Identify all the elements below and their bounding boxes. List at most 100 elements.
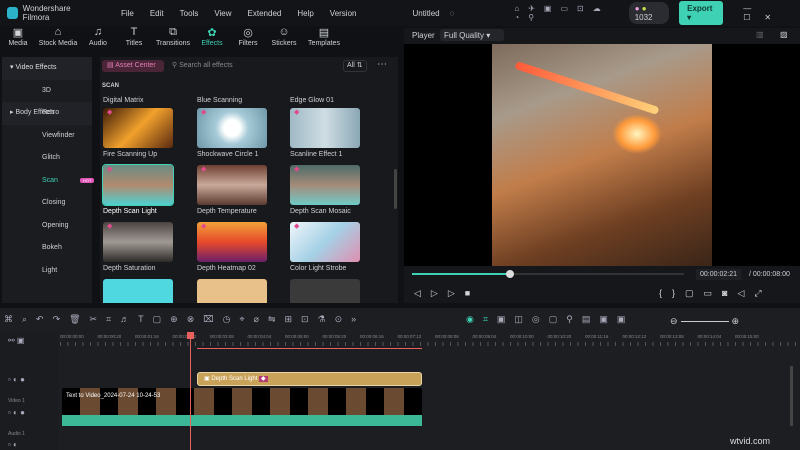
video-track-label: Video 1 — [8, 398, 25, 404]
tab-filters[interactable]: ◎ Filters — [230, 26, 266, 54]
effect-card[interactable]: ◆ — [197, 108, 267, 148]
premium-icon: ◆ — [201, 223, 207, 230]
menu-tools[interactable]: Tools — [180, 9, 199, 18]
window-controls[interactable]: —☐✕ — [743, 4, 800, 22]
video-clip[interactable]: Text to Video_2024-07-24 10-24-53 — [62, 388, 422, 426]
tab-stock-media[interactable]: ⌂ Stock Media — [36, 26, 80, 54]
menu-version[interactable]: Version — [330, 9, 357, 18]
effect-card[interactable]: ◆ — [197, 165, 267, 205]
effect-card[interactable] — [103, 279, 173, 303]
ruler[interactable]: 00:00:00:00 00:00:00:20 00:00:01:16 00:00:0… — [60, 332, 800, 348]
player-right-controls[interactable]: {}▢▭◙◁⤢ — [659, 288, 772, 299]
media-toolbar: ▣ Media ⌂ Stock Media ♫ Audio T Titles ⧉ Transiti… — [0, 26, 400, 54]
timeline-scrollbar[interactable] — [790, 366, 793, 426]
sidebar-item-opening[interactable]: Opening — [22, 215, 92, 238]
premium-icon: ◆ — [294, 166, 300, 173]
zoom-slider[interactable]: ⊖ ⊕ — [670, 316, 750, 327]
ruler-tick-label: 00:00:00:00 — [60, 334, 84, 339]
ruler-tick-label: 00:00:08:08 — [435, 334, 459, 339]
tab-label: Stickers — [271, 40, 297, 47]
effect-card[interactable]: ◆ — [290, 222, 360, 262]
title-bar: Wondershare Filmora File Edit Tools View Ext… — [0, 0, 800, 26]
menu-edit[interactable]: Edit — [150, 9, 164, 18]
stock-media-icon: ⌂ — [54, 26, 62, 38]
project-title: Untitled — [412, 8, 440, 18]
body-effects-header[interactable]: ▸ Body Effects — [2, 102, 92, 125]
sidebar-item-bokeh[interactable]: Bokeh — [22, 237, 92, 260]
progress-track[interactable] — [412, 270, 684, 278]
ruler-tick-label: 00:00:11:16 — [585, 334, 609, 339]
sidebar-item-3d[interactable]: 3D — [22, 80, 92, 103]
more-options-icon[interactable]: ⋯ — [377, 59, 387, 70]
effect-card[interactable]: ◆ — [102, 164, 174, 206]
tab-label: Effects — [201, 40, 223, 47]
premium-icon: ◆ — [107, 223, 113, 230]
tab-titles[interactable]: T Titles — [116, 26, 152, 54]
effect-label: Depth Saturation — [103, 265, 156, 272]
app-title: Wondershare Filmora — [22, 4, 71, 22]
player-tab[interactable]: Player — [412, 31, 435, 40]
tab-label: Stock Media — [38, 40, 78, 47]
progress-knob[interactable] — [505, 270, 514, 278]
credits-badge[interactable]: ● ● 1032 — [628, 2, 670, 24]
effect-card[interactable]: ◆ — [103, 222, 173, 262]
ruler-tick-label: 00:00:07:12 — [397, 334, 422, 339]
link-icon[interactable]: ⚯ ▣ — [8, 336, 24, 345]
preview-frame — [492, 44, 712, 266]
tab-effects[interactable]: ✿ Effects — [194, 26, 230, 54]
timeline-right-toolbar[interactable]: ◉⌗▣◫◎▢⚲▤▣▣ — [466, 314, 634, 325]
timeline-panel: ⌘⌕↶↷🗑✂⌗♬T▢⊕⊗⌧◷⌖⌀⇋⊞⊡⚗⊙» ◉⌗▣◫◎▢⚲▤▣▣ ⊖ ⊕ 00:… — [0, 308, 800, 450]
asset-center-button[interactable]: ▤ Asset Center — [102, 60, 164, 72]
tab-transitions[interactable]: ⧉ Transitions — [152, 26, 194, 54]
effect-label: Depth Scan Mosaic — [290, 208, 351, 215]
playhead[interactable] — [187, 332, 194, 450]
ruler-tick-label: 00:00:04:04 — [247, 334, 272, 339]
sidebar-item-closing[interactable]: Closing — [22, 192, 92, 215]
snapshot-view-icon[interactable]: ▨ — [780, 30, 788, 39]
export-button[interactable]: Export ▾ — [679, 1, 724, 25]
menu-help[interactable]: Help — [297, 9, 313, 18]
grid-scrollbar[interactable] — [394, 169, 397, 209]
search-input[interactable]: ⚲ Search all effects — [172, 60, 332, 72]
effect-clip[interactable]: ▣ Depth Scan Light ◆ — [197, 372, 422, 386]
audio-waveform — [62, 415, 422, 426]
ruler-tick-label: 00:00:05:00 — [285, 334, 309, 339]
video-track-controls[interactable]: ▫ ◐ ● — [8, 408, 25, 417]
timeline-toolbar[interactable]: ⌘⌕↶↷🗑✂⌗♬T▢⊕⊗⌧◷⌖⌀⇋⊞⊡⚗⊙» — [4, 314, 365, 325]
render-bar — [197, 348, 422, 349]
video-effects-header[interactable]: ▾ Video Effects — [2, 57, 92, 80]
menu-extended[interactable]: Extended — [248, 9, 282, 18]
menu-view[interactable]: View — [214, 9, 231, 18]
effect-label: Scanline Effect 1 — [290, 151, 343, 158]
current-time: 00:00:02:21 — [696, 269, 741, 280]
tab-stickers[interactable]: ☺ Stickers — [266, 26, 302, 54]
sidebar-item-scan[interactable]: Scan HOT — [22, 170, 95, 193]
stickers-icon: ☺ — [278, 26, 290, 38]
filter-all-button[interactable]: All ⇅ — [343, 60, 367, 72]
compare-view-icon[interactable]: ▥ — [756, 30, 764, 39]
effect-card[interactable]: ◆ — [197, 222, 267, 262]
premium-icon: ◆ — [107, 109, 113, 116]
tab-templates[interactable]: ▤ Templates — [302, 26, 346, 54]
effect-card[interactable] — [290, 279, 360, 303]
playback-controls[interactable]: ◁▷▷■ — [414, 288, 480, 299]
ruler-tick-label: 00:00:03:08 — [210, 334, 234, 339]
sidebar-item-light[interactable]: Light — [22, 260, 92, 283]
quality-dropdown[interactable]: Full Quality ▾ — [440, 29, 504, 41]
total-time: / 00:00:08:00 — [749, 271, 790, 278]
effect-card[interactable]: ◆ — [290, 108, 360, 148]
sidebar-item-viewfinder[interactable]: Viewfinder — [22, 125, 92, 148]
effect-card[interactable]: ◆ — [290, 165, 360, 205]
effect-card[interactable]: ◆ — [103, 108, 173, 148]
effect-label: Color Light Strobe — [290, 265, 347, 272]
filters-icon: ◎ — [243, 27, 253, 39]
toolbar-icons[interactable]: ⌂✈▣▭⊡☁◔⚲ — [514, 4, 624, 22]
effect-card[interactable] — [197, 279, 267, 303]
tab-audio[interactable]: ♫ Audio — [80, 26, 116, 54]
effect-track-controls[interactable]: ▫ ◐ ● — [8, 375, 25, 384]
tab-media[interactable]: ▣ Media — [0, 26, 36, 54]
menu-file[interactable]: File — [121, 9, 134, 18]
ruler-tick-label: 00:00:15:00 — [735, 334, 759, 339]
audio-track-controls[interactable]: ▫ ◐ — [8, 440, 18, 449]
sidebar-item-glitch[interactable]: Glitch — [22, 147, 92, 170]
